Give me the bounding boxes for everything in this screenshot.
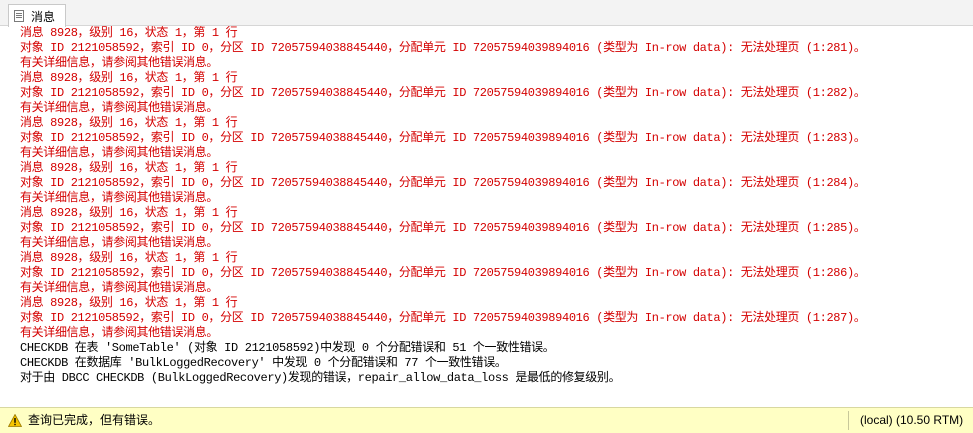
status-message: 查询已完成，但有错误。 xyxy=(28,413,161,427)
error-message-line: 对象 ID 2121058592，索引 ID 0，分区 ID 720575940… xyxy=(20,131,866,145)
error-message-line: 消息 8928，级别 16，状态 1，第 1 行 xyxy=(20,71,238,85)
error-message-line: 对象 ID 2121058592，索引 ID 0，分区 ID 720575940… xyxy=(20,86,866,100)
error-message-line: 有关详细信息，请参阅其他错误消息。 xyxy=(20,146,219,160)
error-message-line: 消息 8928，级别 16，状态 1，第 1 行 xyxy=(20,296,238,310)
results-tab-strip: 消息 xyxy=(0,0,973,27)
info-message-line: CHECKDB 在表 'SomeTable' (对象 ID 2121058592… xyxy=(20,341,555,355)
error-message-line: 消息 8928，级别 16，状态 1，第 1 行 xyxy=(20,161,238,175)
error-message-line: 有关详细信息，请参阅其他错误消息。 xyxy=(20,326,219,340)
info-message-line: CHECKDB 在数据库 'BulkLoggedRecovery' 中发现 0 … xyxy=(20,356,507,370)
error-message-line: 消息 8928，级别 16，状态 1，第 1 行 xyxy=(20,251,238,265)
error-message-line: 对象 ID 2121058592，索引 ID 0，分区 ID 720575940… xyxy=(20,221,866,235)
error-message-line: 消息 8928，级别 16，状态 1，第 1 行 xyxy=(20,206,238,220)
messages-pane[interactable]: 消息 8928，级别 16，状态 1，第 1 行对象 ID 2121058592… xyxy=(20,26,970,406)
tab-messages[interactable]: 消息 xyxy=(8,4,66,27)
error-message-line: 有关详细信息，请参阅其他错误消息。 xyxy=(20,56,219,70)
server-version: (local) (10.50 RTM) xyxy=(860,413,964,427)
error-message-line: 有关详细信息，请参阅其他错误消息。 xyxy=(20,191,219,205)
error-message-line: 对象 ID 2121058592，索引 ID 0，分区 ID 720575940… xyxy=(20,266,866,280)
error-message-line: 有关详细信息，请参阅其他错误消息。 xyxy=(20,101,219,115)
error-message-line: 有关详细信息，请参阅其他错误消息。 xyxy=(20,236,219,250)
error-message-line: 对象 ID 2121058592，索引 ID 0，分区 ID 720575940… xyxy=(20,41,866,55)
error-message-line: 对象 ID 2121058592，索引 ID 0，分区 ID 720575940… xyxy=(20,176,866,190)
error-message-line: 有关详细信息，请参阅其他错误消息。 xyxy=(20,281,219,295)
warning-icon xyxy=(8,414,22,427)
message-document-icon xyxy=(14,9,26,23)
error-message-line: 消息 8928，级别 16，状态 1，第 1 行 xyxy=(20,26,238,40)
info-message-line: 对于由 DBCC CHECKDB (BulkLoggedRecovery)发现的… xyxy=(20,371,621,385)
tab-messages-label: 消息 xyxy=(31,9,56,24)
query-status-bar: 查询已完成，但有错误。 (local) (10.50 RTM) xyxy=(0,407,973,433)
error-message-line: 消息 8928，级别 16，状态 1，第 1 行 xyxy=(20,116,238,130)
error-message-line: 对象 ID 2121058592，索引 ID 0，分区 ID 720575940… xyxy=(20,311,866,325)
status-separator xyxy=(848,411,849,430)
